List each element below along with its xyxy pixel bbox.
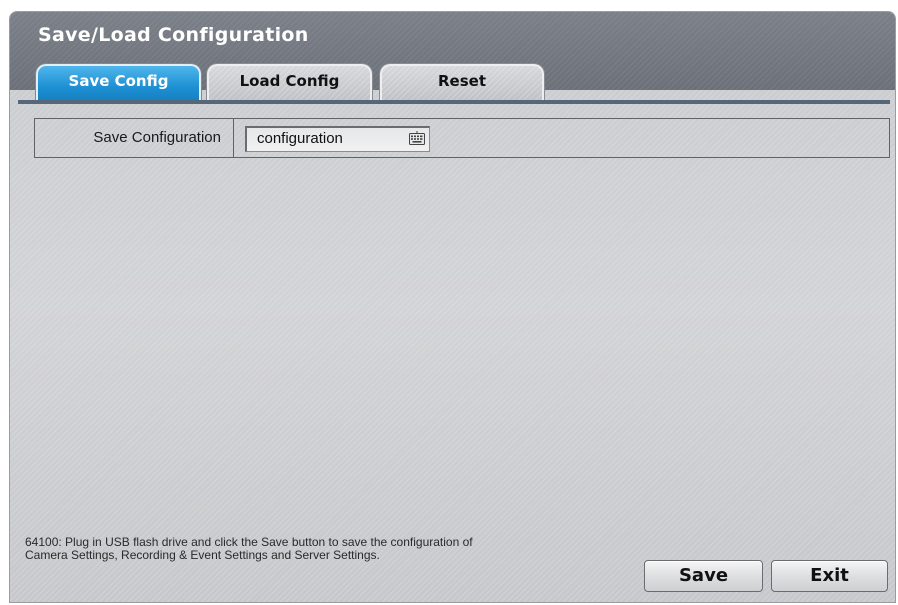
tab-reset[interactable]: Reset [380,64,544,102]
window-title: Save/Load Configuration [38,24,309,46]
save-configuration-label: Save Configuration [35,119,234,157]
keyboard-icon[interactable] [409,131,425,145]
configuration-filename-value: configuration [257,130,343,147]
tab-save-config[interactable]: Save Config [36,64,201,102]
tab-divider [18,100,890,104]
configuration-filename-field[interactable]: configuration [245,126,430,152]
tab-load-config[interactable]: Load Config [207,64,372,102]
exit-button[interactable]: Exit [771,560,888,592]
help-message: 64100: Plug in USB flash drive and click… [25,535,473,562]
save-configuration-row: Save Configuration configuration [34,118,890,158]
save-button[interactable]: Save [644,560,763,592]
config-window: Save/Load Configuration Save Config Load… [9,11,896,603]
